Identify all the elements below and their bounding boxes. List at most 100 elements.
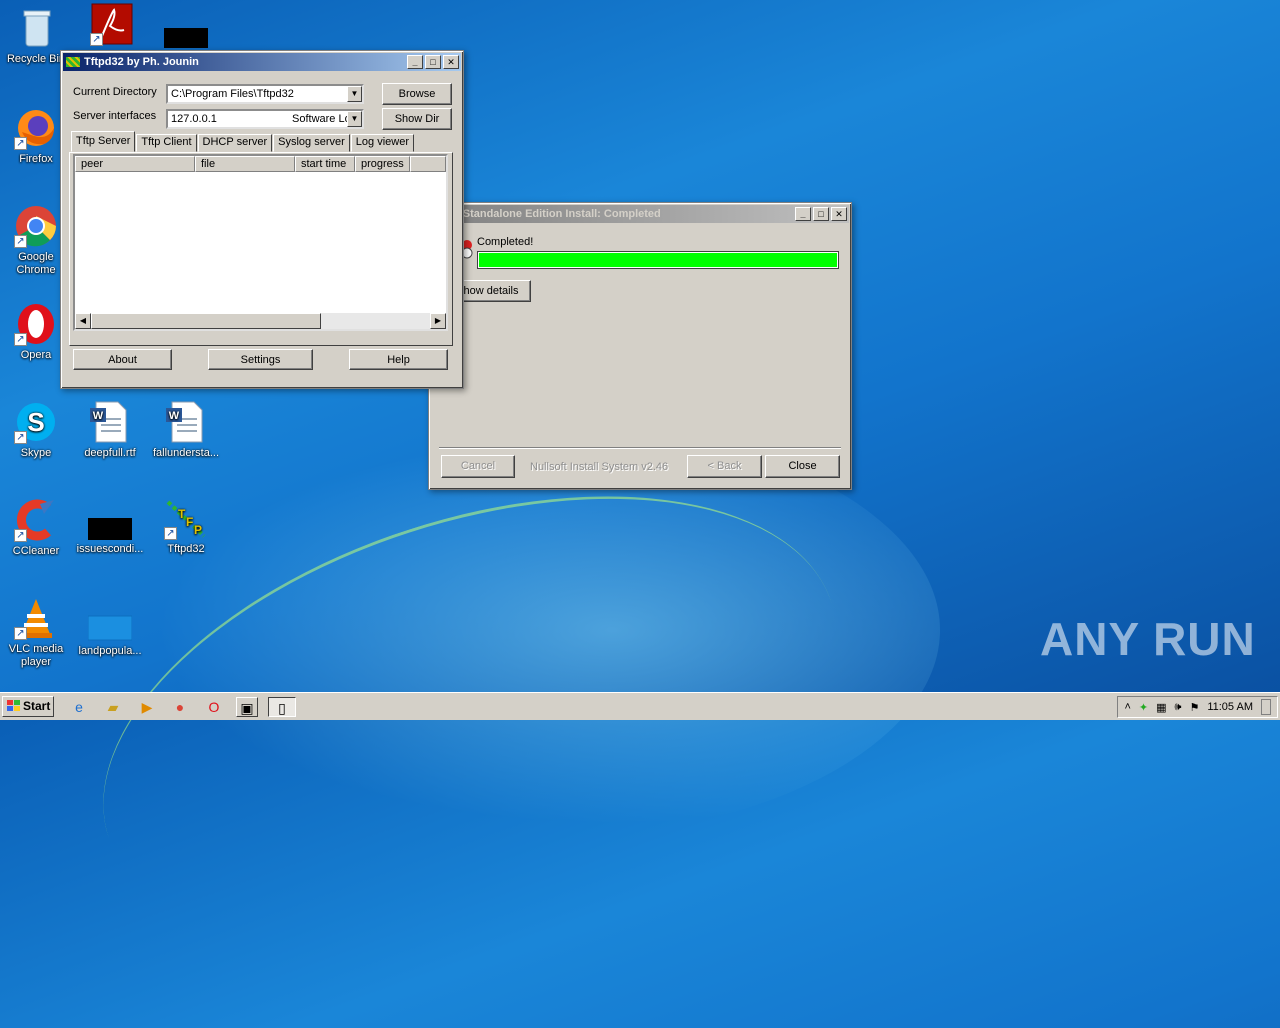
show-desktop-button[interactable] xyxy=(1261,699,1271,715)
explorer-folder-icon[interactable]: ▰ xyxy=(102,697,124,717)
maximize-button[interactable]: □ xyxy=(425,55,441,69)
black-file-icon xyxy=(88,500,132,540)
tab-tftp-client[interactable]: Tftp Client xyxy=(136,134,197,152)
minimize-button[interactable]: _ xyxy=(795,207,811,221)
vlc-icon: ↗ xyxy=(14,596,58,640)
desktop-icon-ccleaner[interactable]: ↗ CCleaner xyxy=(0,498,72,558)
word-document-icon: W xyxy=(88,400,132,444)
svg-text:T: T xyxy=(178,507,186,521)
column-peer[interactable]: peer xyxy=(75,156,195,172)
desktop-icon-skype[interactable]: S ↗ Skype xyxy=(0,400,72,460)
taskbar: Start e ▰ ▶ ● O ▣ ▯ ˄ ✦ ▦ 🕪 ⚑ 11:05 AM xyxy=(0,692,1280,720)
svg-text:S: S xyxy=(27,407,44,437)
tab-log-viewer[interactable]: Log viewer xyxy=(350,134,414,152)
server-interfaces-label: Server interfaces xyxy=(73,110,157,122)
desktop-icon-label: CCleaner xyxy=(12,545,60,557)
server-interfaces-desc: Software Lo xyxy=(292,113,348,125)
svg-text:W: W xyxy=(169,410,180,422)
column-start-time[interactable]: start time xyxy=(295,156,355,172)
show-dir-button[interactable]: Show Dir xyxy=(382,108,452,130)
scroll-right-icon[interactable]: ▶ xyxy=(430,313,446,329)
tray-expand-icon[interactable]: ˄ xyxy=(1124,701,1130,713)
tftpd32-icon: TFP ↗ xyxy=(164,496,208,540)
current-directory-combo[interactable]: C:\Program Files\Tftpd32 ▼ xyxy=(166,84,364,104)
chrome-taskbar-icon[interactable]: ● xyxy=(169,697,191,717)
desktop-icon-vlc[interactable]: ↗ VLC media player xyxy=(0,596,72,669)
back-button[interactable]: < Back xyxy=(687,455,762,478)
installer-title: pd32 Standalone Edition Install: Complet… xyxy=(434,208,661,220)
tab-tftp-server[interactable]: Tftp Server xyxy=(71,131,136,152)
tab-strip: Tftp Server Tftp Client DHCP server Sysl… xyxy=(71,131,415,152)
scroll-left-icon[interactable]: ◀ xyxy=(75,313,91,329)
help-button[interactable]: Help xyxy=(349,349,448,370)
tftpd32-titlebar[interactable]: Tftpd32 by Ph. Jounin _ □ ✕ xyxy=(63,53,461,71)
close-window-button[interactable]: ✕ xyxy=(443,55,459,69)
opera-taskbar-icon[interactable]: O xyxy=(203,697,225,717)
column-file[interactable]: file xyxy=(195,156,295,172)
svg-text:W: W xyxy=(93,410,104,422)
browse-button[interactable]: Browse xyxy=(382,83,452,105)
installer-status-text: Completed! xyxy=(477,236,534,248)
media-player-icon[interactable]: ▶ xyxy=(136,697,158,717)
word-document-icon: W xyxy=(164,400,208,444)
horizontal-scrollbar[interactable]: ◀ ▶ xyxy=(75,313,446,329)
acrobat-icon: ↗ xyxy=(90,2,134,46)
transfers-list[interactable]: peer file start time progress ◀ ▶ xyxy=(73,154,448,331)
desktop-icon-fallundersta[interactable]: W fallundersta... xyxy=(150,400,222,460)
tftpd32-taskbar-button[interactable]: ▣ xyxy=(236,697,258,717)
chevron-down-icon[interactable]: ▼ xyxy=(347,111,362,127)
start-label: Start xyxy=(23,699,51,713)
firefox-icon: ↗ xyxy=(14,106,58,150)
opera-icon: ↗ xyxy=(14,302,58,346)
desktop-icon-tftpd32[interactable]: TFP ↗ Tftpd32 xyxy=(150,496,222,556)
desktop-icon-label: landpopula... xyxy=(78,645,142,657)
tftpd32-window: Tftpd32 by Ph. Jounin _ □ ✕ Current Dire… xyxy=(60,50,464,389)
settings-button[interactable]: Settings xyxy=(208,349,313,370)
desktop-icon-acrobat[interactable]: ↗ xyxy=(76,2,148,49)
black-file-icon xyxy=(164,26,208,48)
column-blank xyxy=(410,156,446,172)
recycle-bin-icon xyxy=(14,6,58,50)
clock[interactable]: 11:05 AM xyxy=(1207,701,1253,713)
chevron-down-icon[interactable]: ▼ xyxy=(347,86,362,102)
ccleaner-icon: ↗ xyxy=(14,498,58,542)
anyrun-watermark: ANY RUN xyxy=(1040,613,1256,665)
system-tray: ˄ ✦ ▦ 🕪 ⚑ 11:05 AM xyxy=(1117,696,1278,718)
desktop-icon-landpopula[interactable]: landpopula... xyxy=(74,598,146,658)
svg-text:P: P xyxy=(194,523,202,537)
start-button[interactable]: Start xyxy=(2,696,54,717)
action-center-flag-icon[interactable]: ⚑ xyxy=(1189,701,1199,714)
close-window-button[interactable]: ✕ xyxy=(831,207,847,221)
tftpd-tray-icon[interactable]: ✦ xyxy=(1139,701,1148,714)
current-directory-label: Current Directory xyxy=(73,86,157,98)
column-progress[interactable]: progress xyxy=(355,156,410,172)
install-progress-fill xyxy=(479,253,837,267)
server-interfaces-combo[interactable]: 127.0.0.1 Software Lo ▼ xyxy=(166,109,364,129)
installer-titlebar[interactable]: pd32 Standalone Edition Install: Complet… xyxy=(431,205,849,223)
ie-icon[interactable]: e xyxy=(68,697,90,717)
installer-window: pd32 Standalone Edition Install: Complet… xyxy=(428,202,852,490)
tab-dhcp-server[interactable]: DHCP server xyxy=(197,134,273,152)
minimize-button[interactable]: _ xyxy=(407,55,423,69)
about-button[interactable]: About xyxy=(73,349,172,370)
maximize-button[interactable]: □ xyxy=(813,207,829,221)
server-interfaces-value: 127.0.0.1 xyxy=(171,113,217,125)
windows-logo-icon xyxy=(7,700,20,711)
tab-syslog-server[interactable]: Syslog server xyxy=(273,134,350,152)
desktop-icon-black-file-top[interactable] xyxy=(150,26,222,51)
desktop-icon-label: Skype xyxy=(20,447,52,459)
tftpd32-title: Tftpd32 by Ph. Jounin xyxy=(84,56,199,68)
svg-text:F: F xyxy=(186,515,193,529)
desktop-icon-issuescondi[interactable]: issuescondi... xyxy=(74,500,146,556)
desktop-icon-label: deepfull.rtf xyxy=(84,447,136,459)
skype-icon: S ↗ xyxy=(14,400,58,444)
scrollbar-thumb[interactable] xyxy=(91,313,321,329)
install-progress-bar xyxy=(477,251,839,269)
installer-taskbar-button[interactable]: ▯ xyxy=(268,697,296,717)
close-button[interactable]: Close xyxy=(765,455,840,478)
list-header: peer file start time progress xyxy=(75,156,446,172)
cancel-button[interactable]: Cancel xyxy=(441,455,515,478)
volume-icon[interactable]: 🕪 xyxy=(1175,701,1182,714)
network-icon[interactable]: ▦ xyxy=(1156,701,1166,714)
desktop-icon-deepfull[interactable]: W deepfull.rtf xyxy=(74,400,146,460)
